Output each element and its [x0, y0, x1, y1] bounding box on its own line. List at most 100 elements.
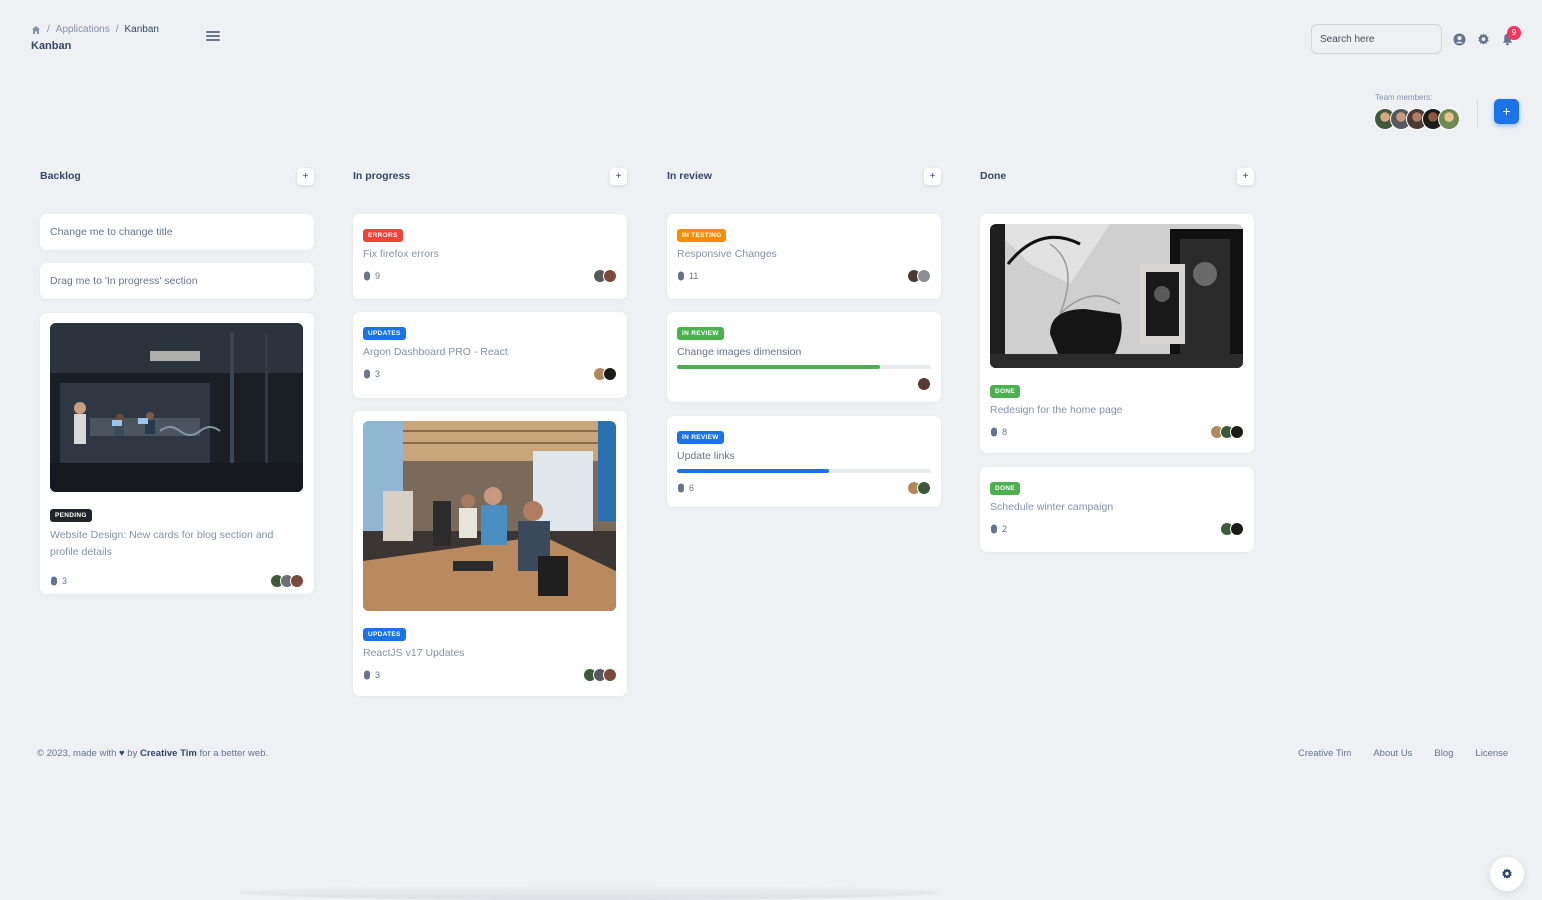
home-icon[interactable] — [31, 25, 41, 35]
office-meeting-image — [50, 323, 303, 492]
avatar[interactable] — [290, 573, 304, 588]
paperclip-icon — [991, 427, 997, 437]
attachment-number: 2 — [1002, 523, 1008, 534]
author-link[interactable]: Creative Tim — [140, 748, 197, 759]
paperclip-icon — [678, 483, 684, 493]
card-footer: 2 — [990, 521, 1244, 536]
status-badge: DONE — [990, 385, 1020, 398]
status-badge: IN TESTING — [677, 229, 727, 242]
breadcrumb-applications[interactable]: Applications — [56, 24, 110, 35]
card-title: Drag me to 'In progress' section — [50, 275, 198, 287]
avatar[interactable] — [917, 480, 931, 495]
breadcrumb-separator: / — [47, 24, 50, 35]
kanban-card[interactable]: IN TESTING Responsive Changes 11 — [667, 214, 941, 299]
kanban-card[interactable]: DONE Redesign for the home page 8 — [980, 214, 1254, 453]
status-badge: PENDING — [50, 509, 92, 522]
footer-link-license[interactable]: License — [1475, 748, 1508, 759]
kanban-card[interactable]: DONE Schedule winter campaign 2 — [980, 467, 1254, 552]
card-members — [1210, 424, 1244, 439]
column-title: In review — [667, 170, 712, 182]
attachment-count: 3 — [50, 576, 67, 586]
avatar[interactable] — [1230, 521, 1244, 536]
add-card-button[interactable]: + — [297, 167, 314, 185]
configurator-button[interactable] — [1490, 857, 1524, 891]
footer-links: Creative Tim About Us Blog License — [1298, 748, 1508, 759]
kanban-card[interactable]: IN REVIEW Update links 6 — [667, 416, 941, 507]
progress-fill — [677, 364, 881, 369]
interior-design-image — [990, 224, 1243, 368]
paperclip-icon — [678, 271, 684, 281]
progress-bar — [677, 364, 931, 369]
avatar[interactable] — [1230, 424, 1244, 439]
paperclip-icon — [51, 576, 57, 586]
page-title: Kanban — [31, 40, 72, 52]
add-card-button[interactable]: + — [610, 167, 627, 185]
kanban-card[interactable]: ERRORS Fix firefox errors 9 — [353, 214, 627, 299]
card-footer — [677, 376, 931, 391]
card-title: Update links — [677, 450, 735, 462]
card-members — [917, 376, 931, 391]
attachment-count: 3 — [363, 670, 380, 680]
office-team-image — [363, 421, 616, 611]
column-title: In progress — [353, 170, 411, 182]
avatar[interactable] — [1438, 108, 1460, 130]
breadcrumb-current: Kanban — [124, 24, 159, 35]
menu-icon-line — [206, 39, 220, 41]
card-members — [907, 268, 931, 283]
kanban-card[interactable]: IN REVIEW Change images dimension — [667, 312, 941, 402]
paperclip-icon — [364, 670, 370, 680]
search-input[interactable] — [1311, 24, 1442, 54]
kanban-card[interactable]: PENDING Website Design: New cards for bl… — [40, 313, 314, 594]
paperclip-icon — [364, 271, 370, 281]
gear-icon — [1502, 868, 1512, 879]
paperclip-icon — [364, 369, 370, 379]
card-title: Fix firefox errors — [363, 248, 439, 260]
card-members — [907, 480, 931, 495]
card-members — [270, 573, 304, 588]
card-title: Responsive Changes — [677, 248, 777, 260]
menu-toggle-button[interactable] — [206, 31, 220, 43]
attachment-count: 9 — [363, 271, 380, 281]
card-footer: 3 — [363, 366, 617, 381]
column-done: Done + DONE Redesign for the home page 8 — [980, 163, 1254, 552]
kanban-card[interactable]: Change me to change title — [40, 214, 314, 250]
avatar[interactable] — [603, 667, 617, 682]
team-members-label: Team members: — [1375, 93, 1433, 102]
status-badge: UPDATES — [363, 327, 406, 340]
column-header: Backlog + — [40, 163, 314, 189]
team-avatars — [1374, 108, 1460, 130]
paperclip-icon — [991, 524, 997, 534]
divider — [1477, 100, 1478, 128]
footer-link-creative-tim[interactable]: Creative Tim — [1298, 748, 1351, 759]
avatar[interactable] — [603, 268, 617, 283]
attachment-count: 11 — [677, 271, 698, 281]
column-in-progress: In progress + ERRORS Fix firefox errors … — [353, 163, 627, 696]
card-title: Change me to change title — [50, 226, 173, 238]
attachment-number: 6 — [689, 482, 695, 493]
add-member-button[interactable]: + — [1494, 99, 1519, 124]
footer-link-blog[interactable]: Blog — [1434, 748, 1453, 759]
column-header: Done + — [980, 163, 1254, 189]
column-in-review: In review + IN TESTING Responsive Change… — [667, 163, 941, 507]
attachment-number: 11 — [689, 270, 699, 281]
add-card-button[interactable]: + — [924, 167, 941, 185]
avatar[interactable] — [603, 366, 617, 381]
avatar[interactable] — [917, 376, 931, 391]
breadcrumb-separator: / — [115, 24, 119, 35]
card-footer: 9 — [363, 268, 617, 283]
kanban-card[interactable]: UPDATES ReactJS v17 Updates 3 — [353, 411, 627, 696]
gear-icon[interactable] — [1477, 33, 1490, 46]
footer-copyright: © 2023, made with ♥ by Creative Tim for … — [37, 748, 268, 759]
status-badge: ERRORS — [363, 229, 403, 242]
kanban-card[interactable]: UPDATES Argon Dashboard PRO - React 3 — [353, 312, 627, 398]
add-card-button[interactable]: + — [1237, 167, 1254, 185]
footer-link-about-us[interactable]: About Us — [1373, 748, 1412, 759]
card-title: Website Design: New cards for blog secti… — [50, 529, 274, 558]
card-footer: 3 — [50, 573, 304, 588]
card-members — [583, 667, 617, 682]
user-icon[interactable] — [1453, 33, 1466, 46]
avatar[interactable] — [917, 268, 931, 283]
kanban-card[interactable]: Drag me to 'In progress' section — [40, 263, 314, 299]
menu-icon-line — [206, 31, 220, 33]
card-footer: 3 — [363, 667, 617, 682]
